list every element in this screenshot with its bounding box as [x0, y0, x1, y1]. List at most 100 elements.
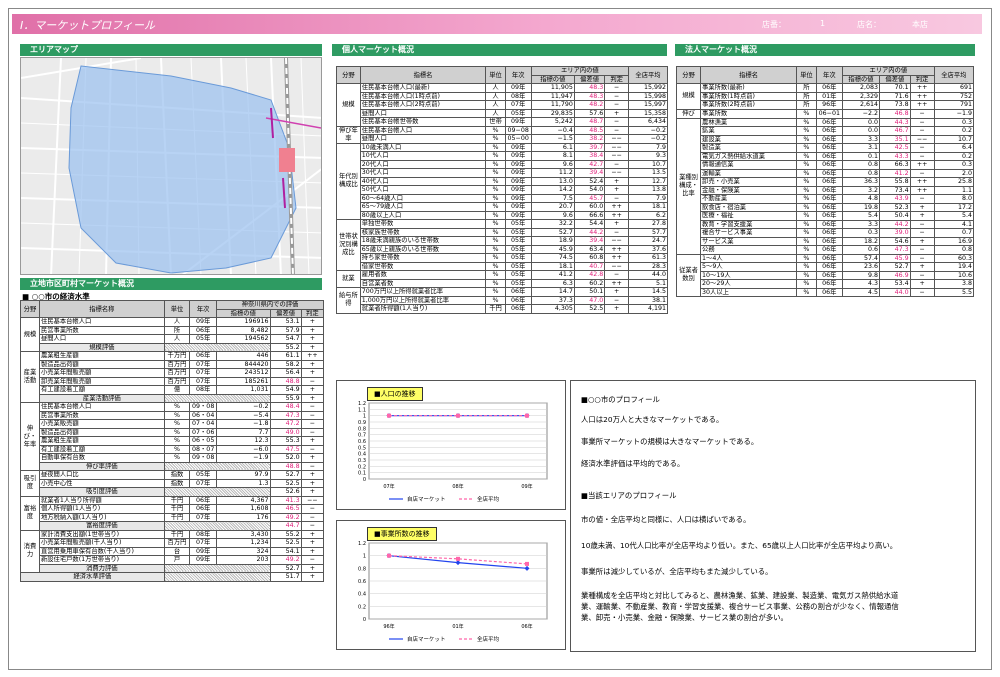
category-cell: 消費力 — [20, 529, 40, 573]
summary-judge: + — [300, 342, 325, 352]
table-row: 建設業% 06年 3.3 35.1 −− 10.7 — [677, 134, 975, 144]
cell: 建設業 — [700, 134, 798, 144]
cell: 97.9 — [216, 470, 271, 480]
category-cell: 世帯状況別構成比 — [336, 219, 361, 271]
c-h-name: 指標名 — [700, 66, 798, 84]
table-row: 運輸業% 06年 0.8 41.2−2.0 — [677, 168, 975, 178]
cell: 14.5 — [628, 287, 668, 297]
cell: % — [485, 287, 506, 297]
category-cell: 吸引度 — [20, 470, 40, 497]
cell: 6,434 — [628, 117, 668, 127]
cell: 40代人口 — [359, 176, 487, 186]
cell: 66.3 — [879, 160, 911, 170]
cell: 台 — [163, 546, 191, 556]
cell: 08年 — [189, 385, 218, 395]
cell: 2,614 — [841, 100, 881, 110]
cell: 06年 — [815, 83, 843, 93]
cell: 176 — [216, 512, 271, 522]
cell: 5.4 — [841, 211, 881, 221]
category-cell: 年代別構成比 — [336, 142, 361, 220]
cell: 06年 — [815, 117, 843, 127]
category-cell: 業種別構成・比率 — [675, 117, 702, 255]
cell: 41.2 — [879, 168, 911, 178]
c-h-area: エリア内の値 — [841, 66, 935, 76]
cell: + — [604, 108, 630, 118]
table-row: サービス業% 06年 18.2 54.6 +16.9 — [677, 236, 975, 246]
cell: 58.2 — [269, 359, 302, 369]
cell: 47.5 — [269, 444, 302, 454]
cell: 48.2 — [573, 100, 606, 110]
cell: 14.2 — [530, 185, 575, 195]
cell: 05−00 — [504, 134, 532, 144]
cell: 0.3 — [841, 228, 881, 238]
table-row: 65〜79歳人口% 09年 20.7 60.0 ++ 18.1 — [337, 202, 668, 212]
cell: 事業所数(最新) — [700, 83, 798, 93]
cell: − — [300, 444, 325, 454]
table-row: 世帯状況別構成比 単独世帯数% 05年 32.2 54.4 +27.8 — [336, 219, 668, 271]
cell: 42.5 — [879, 143, 911, 153]
cell: 16.9 — [933, 236, 975, 246]
table-row: 住民基本台帳世帯数 世帯 09年 5,242 48.7−6,434 — [337, 117, 668, 127]
table-row: 教育・学習支援業% 06年 3.3 44.2−4.1 — [677, 219, 975, 229]
cell: − — [300, 410, 325, 420]
cell: 47.2 — [269, 419, 302, 429]
cell: % — [796, 194, 817, 204]
cell: 4.5 — [841, 287, 881, 297]
cell: − — [909, 168, 935, 178]
cell: 96年 — [815, 100, 843, 110]
cell: −0.4 — [530, 125, 575, 135]
cell: 52.7 — [879, 262, 911, 272]
cell: ++ — [909, 91, 935, 101]
cell: % — [485, 270, 506, 280]
cell: 06年 — [815, 134, 843, 144]
city-header: 立地市区町村マーケット概況 — [20, 278, 322, 290]
cell: 45.9 — [879, 253, 911, 263]
table-row: 10代人口% 09年 8.1 38.4 −− 9.3 — [337, 151, 668, 161]
area-map-header: エリアマップ — [20, 44, 322, 56]
cell: 24.7 — [628, 236, 668, 246]
cell: % — [796, 177, 817, 187]
cell: 08・07 — [189, 444, 218, 454]
cell: − — [604, 227, 630, 237]
cell: 50代人口 — [359, 185, 487, 195]
cell: + — [300, 325, 325, 335]
table-row: 60〜64歳人口% 09年 7.5 45.7−7.9 — [337, 193, 668, 203]
cell: 30人以上 — [700, 287, 798, 297]
cell: 42.7 — [573, 159, 606, 169]
cell: + — [300, 436, 325, 446]
table-row: 公務% 06年 0.6 47.3−0.8 — [677, 245, 975, 255]
table-row: 20代人口% 09年 9.6 42.7−10.7 — [337, 159, 668, 169]
table-row: 複合サービス事業% 06年 0.3 39.0−0.7 — [677, 228, 975, 238]
hatch — [163, 461, 271, 471]
summary-label: 消費力評価 — [38, 563, 165, 573]
cell: 09年 — [504, 193, 532, 203]
cell: 11,790 — [530, 100, 575, 110]
cell: % — [485, 244, 506, 254]
cell: 06年 — [504, 287, 532, 297]
cell: 就業者1人当り所得額 — [38, 495, 165, 505]
cell: 07年 — [189, 512, 218, 522]
cell: 不動産業 — [700, 194, 798, 204]
cell: 203 — [216, 555, 271, 565]
area-map[interactable] — [20, 57, 322, 275]
profile-p3: 経済水準評価は平均的である。 — [581, 459, 685, 468]
cell: 5.4 — [933, 211, 975, 221]
p-h-dev: 偏差値 — [573, 74, 606, 84]
cell: 住民基本台帳人口 — [38, 402, 165, 412]
cell: 5〜9人 — [700, 262, 798, 272]
cell: 1.3 — [216, 478, 271, 488]
cell: 06年 — [815, 177, 843, 187]
cell: 卸売・小売業 — [700, 177, 798, 187]
cell: 人 — [163, 317, 191, 327]
table-row: 鉱業% 06年 0.0 46.7−0.2 — [677, 126, 975, 136]
cell: 10.7 — [628, 159, 668, 169]
summary-dev: 55.2 — [269, 342, 302, 352]
profile-h1: ■○○市のプロフィール — [581, 395, 660, 404]
table-row: 医療・福祉% 06年 5.4 50.4 +5.4 — [677, 211, 975, 221]
cell: 52.5 — [269, 538, 302, 548]
cell: + — [300, 359, 325, 369]
cell: 691 — [933, 83, 975, 93]
cell: % — [796, 245, 817, 255]
cell: + — [909, 202, 935, 212]
cell: 06年 — [815, 126, 843, 136]
